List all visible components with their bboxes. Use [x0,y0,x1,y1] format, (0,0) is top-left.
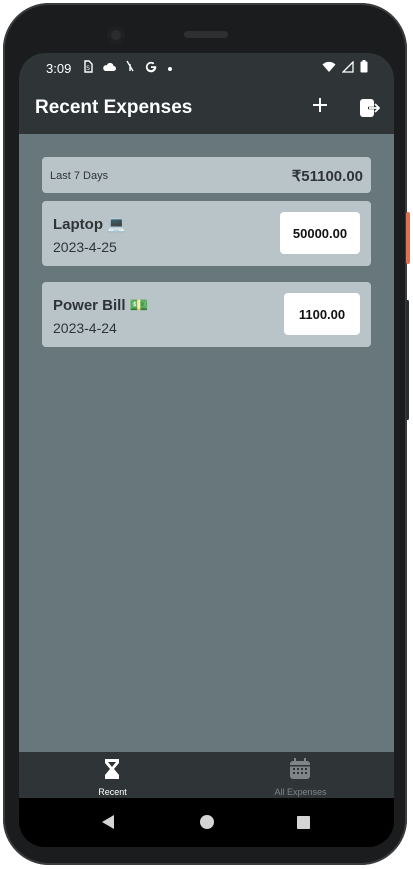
cloud-icon [102,60,116,75]
calendar-icon [290,758,310,779]
status-bar: 3:09 S [19,53,394,83]
expense-name: Power Bill 💵 [53,297,149,314]
expense-date: 2023-4-25 [53,239,117,255]
earpiece-speaker [184,31,228,38]
app-bar: Recent Expenses [19,83,394,134]
power-button [406,212,410,264]
back-icon[interactable] [101,814,115,830]
cellular-icon [341,59,354,76]
expenses-content: Last 7 Days ₹51100.00 Laptop 💻 2023-4-25… [19,134,394,752]
summary-bar: Last 7 Days ₹51100.00 [42,157,371,193]
logout-button[interactable] [359,97,381,119]
bottom-nav: Recent All Expenses [19,752,394,798]
recents-icon[interactable] [297,816,310,829]
hourglass-icon [105,759,119,779]
tab-recent-label: Recent [98,787,127,797]
signal-off-icon [125,60,135,75]
summary-period: Last 7 Days [50,170,109,182]
expense-name: Laptop 💻 [53,216,126,233]
status-left-icons: S [83,59,173,76]
expense-amount: 1100.00 [284,293,360,335]
tab-all-expenses[interactable]: All Expenses [207,752,394,798]
expense-date: 2023-4-24 [53,320,117,336]
page-title: Recent Expenses [35,97,193,118]
volume-button [406,300,409,420]
dot-icon [167,60,173,75]
svg-text:S: S [86,65,90,72]
sim-icon: S [83,59,93,76]
tab-all-expenses-label: All Expenses [274,787,327,797]
battery-icon [360,60,368,76]
tab-recent[interactable]: Recent [19,752,206,798]
summary-total: ₹51100.00 [291,168,363,185]
system-nav-bar [19,798,394,847]
status-time: 3:09 [46,61,72,76]
google-icon [144,59,158,76]
add-expense-button[interactable] [308,93,332,121]
home-icon[interactable] [200,815,214,829]
expense-item[interactable]: Power Bill 💵 2023-4-24 1100.00 [42,282,371,347]
expense-amount: 50000.00 [280,212,360,254]
status-right-icons [322,59,368,76]
logout-icon [360,99,381,117]
expense-item[interactable]: Laptop 💻 2023-4-25 50000.00 [42,201,371,266]
front-camera [107,26,125,44]
screen: 3:09 S Recent Expenses Last 7 Days ₹5110… [19,53,394,847]
wifi-icon [322,61,336,76]
plus-icon [313,98,327,112]
